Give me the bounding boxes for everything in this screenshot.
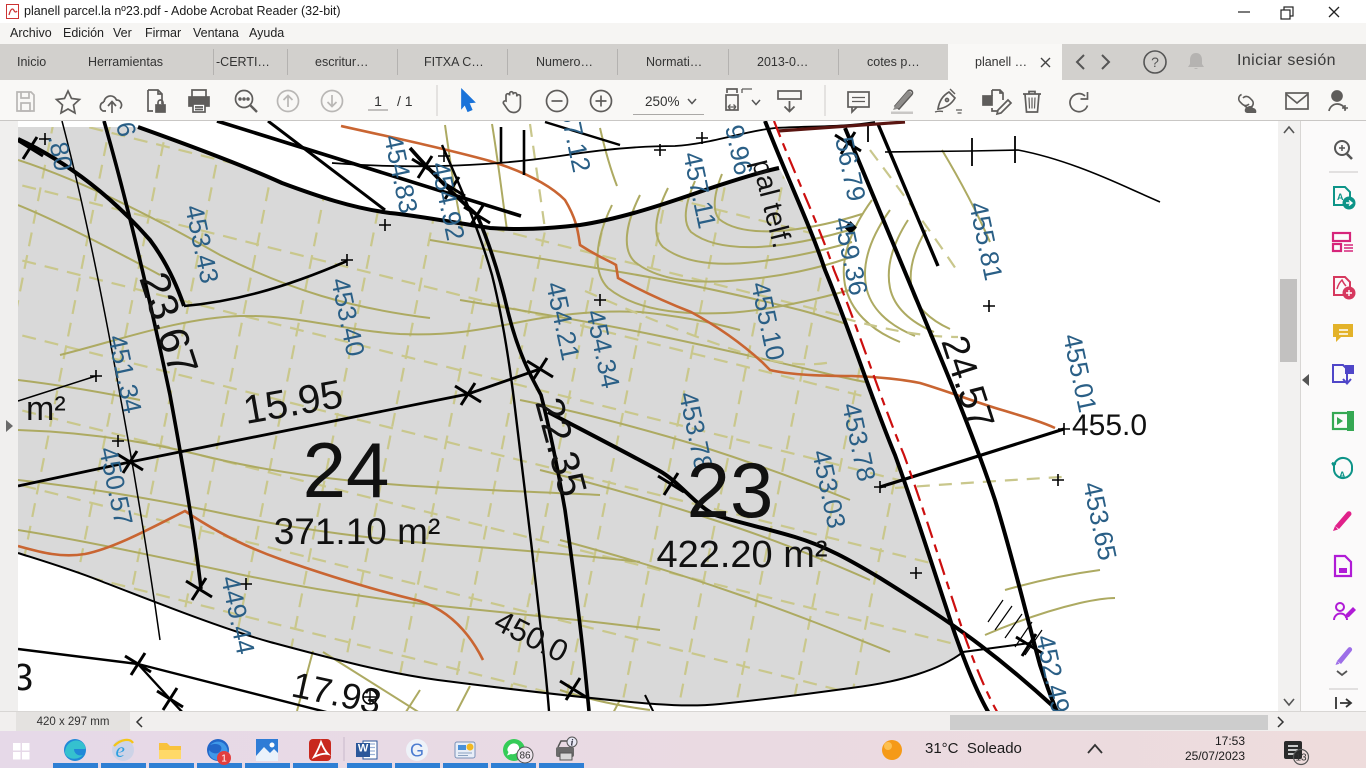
- svg-text:G: G: [410, 741, 424, 761]
- svg-text:455.0: 455.0: [1072, 409, 1147, 442]
- svg-text:1: 1: [221, 754, 227, 765]
- svg-text:250%: 250%: [645, 94, 680, 109]
- svg-text:A: A: [1337, 192, 1344, 202]
- svg-text:86: 86: [519, 751, 531, 762]
- svg-text:422.20 m²: 422.20 m²: [656, 534, 827, 576]
- svg-text:?: ?: [1151, 54, 1159, 70]
- svg-text:m²: m²: [26, 390, 66, 428]
- svg-text:23: 23: [687, 446, 774, 534]
- svg-text:1: 1: [374, 93, 382, 109]
- svg-text:/ 1: / 1: [397, 93, 413, 109]
- svg-text:13: 13: [1295, 753, 1307, 764]
- svg-text:W: W: [358, 743, 369, 755]
- svg-text:371.10 m²: 371.10 m²: [274, 511, 441, 552]
- svg-text:24: 24: [303, 426, 390, 514]
- svg-text:A: A: [1339, 470, 1346, 480]
